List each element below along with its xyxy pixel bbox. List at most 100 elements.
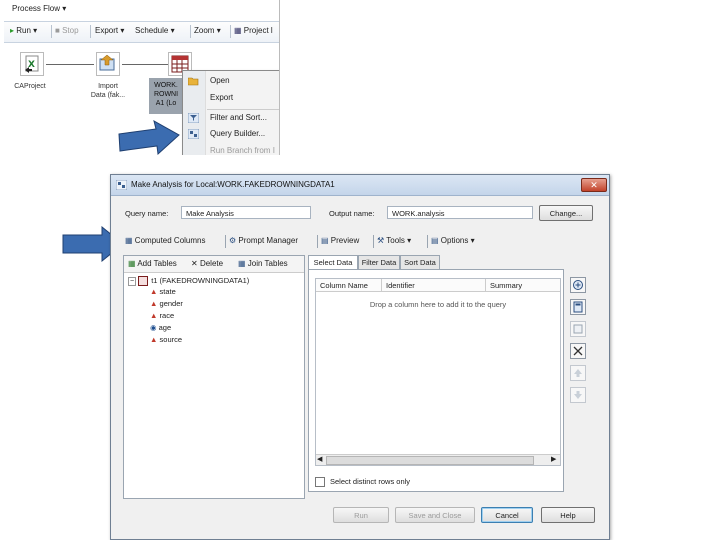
dialog-toolbar: ▦ Computed Columns ⚙ Prompt Manager ▤ Pr… [123, 233, 601, 251]
grid-icon: ▦ [125, 236, 133, 245]
zoom-menu[interactable]: Zoom ▾ [194, 26, 221, 35]
menu-item-run-branch[interactable]: Run Branch from I [210, 146, 275, 155]
output-name-label: Output name: [329, 209, 375, 218]
tree-column-item[interactable]: ▲ state [150, 287, 176, 296]
schedule-menu[interactable]: Schedule ▾ [135, 26, 175, 35]
checkbox-icon[interactable] [315, 477, 325, 488]
character-column-icon: ▲ [150, 287, 158, 296]
export-menu[interactable]: Export ▾ [95, 26, 124, 35]
add-tables-button[interactable]: ▦ Add Tables [128, 259, 177, 268]
change-button[interactable]: Change... [539, 205, 593, 221]
distinct-rows-checkbox[interactable]: Select distinct rows only [315, 477, 410, 488]
column-header[interactable]: Identifier [382, 279, 486, 292]
query-builder-dialog: Make Analysis for Local:WORK.FAKEDROWNIN… [110, 174, 610, 540]
expand-icon: − [128, 277, 137, 286]
close-button[interactable]: ✕ [581, 178, 607, 192]
tree-column-item[interactable]: ▲ source [150, 335, 182, 344]
horizontal-scrollbar[interactable]: ◀ ▶ [316, 454, 560, 465]
filter-sort-icon [187, 112, 200, 124]
save-and-close-button[interactable]: Save and Close [395, 507, 475, 523]
close-icon: ✕ [590, 180, 598, 190]
computed-column-button[interactable] [570, 299, 586, 315]
grid-icon: ▦ [234, 26, 242, 35]
node-label: CAProject [14, 83, 46, 90]
menu-item-open[interactable]: Open [210, 76, 230, 85]
tree-column-item[interactable]: ▲ gender [150, 299, 183, 308]
tab-filter-data[interactable]: Filter Data [358, 255, 400, 270]
table-icon [138, 276, 149, 287]
preview-button[interactable]: ▤ Preview [321, 236, 359, 245]
prompt-manager-button[interactable]: ⚙ Prompt Manager [229, 236, 298, 245]
move-down-button[interactable] [570, 387, 586, 403]
process-flow-toolbar: ▸ Run ▾ ■ Stop Export ▾ Schedule ▾ Zoom … [4, 21, 279, 43]
prompt-icon: ⚙ [229, 236, 237, 245]
chevron-down-icon: ▾ [216, 26, 221, 35]
delete-icon: ✕ [191, 259, 198, 268]
character-column-icon: ▲ [150, 299, 158, 308]
preview-icon: ▤ [321, 236, 329, 245]
flow-connector [122, 64, 168, 65]
menu-item-export[interactable]: Export [210, 93, 233, 102]
move-up-button[interactable] [570, 365, 586, 381]
folder-open-icon [187, 76, 199, 86]
stop-button[interactable]: ■ Stop [55, 26, 79, 35]
computed-columns-button[interactable]: ▦ Computed Columns [125, 236, 206, 245]
dialog-titlebar[interactable]: Make Analysis for Local:WORK.FAKEDROWNIN… [111, 175, 609, 196]
chevron-down-icon: ▾ [120, 26, 125, 35]
run-button[interactable]: Run [333, 507, 389, 523]
excel-file-icon[interactable]: X [20, 52, 44, 76]
remove-column-button[interactable] [570, 343, 586, 359]
node-label: Import Data (fak... [90, 83, 126, 99]
column-grid[interactable]: Column Name Identifier Summary Drop a co… [315, 278, 561, 466]
help-button[interactable]: Help [541, 507, 595, 523]
tree-column-item[interactable]: ▲ race [150, 311, 174, 320]
query-pane: Select Data Filter Data Sort Data Column… [308, 255, 564, 517]
character-column-icon: ▲ [150, 311, 158, 320]
run-button[interactable]: ▸ Run ▾ [10, 26, 37, 35]
output-name-input[interactable]: WORK.analysis [387, 206, 533, 219]
column-header[interactable]: Column Name [316, 279, 382, 292]
calculator-icon [573, 301, 583, 313]
delete-icon [573, 346, 583, 356]
menu-item-filter-sort[interactable]: Filter and Sort... [210, 113, 267, 122]
import-data-icon[interactable] [96, 52, 120, 76]
node-label: WORK. ROWNI A1 (Lo [153, 82, 179, 107]
cancel-button[interactable]: Cancel [481, 507, 533, 523]
tables-pane: ▦ Add Tables ✕ Delete ▦ Join Tables − t1… [123, 255, 305, 499]
select-data-panel: Column Name Identifier Summary Drop a co… [308, 269, 564, 492]
tools-menu[interactable]: ⚒ Tools ▾ [377, 236, 411, 245]
play-icon: ▸ [10, 26, 15, 35]
options-icon: ▤ [431, 236, 439, 245]
column-header[interactable]: Summary [486, 279, 560, 292]
tab-sort-data[interactable]: Sort Data [400, 255, 440, 270]
arrow-up-icon [574, 369, 582, 377]
edit-column-button[interactable] [570, 321, 586, 337]
arrow-down-icon [574, 391, 582, 399]
query-name-label: Query name: [125, 209, 169, 218]
options-menu[interactable]: ▤ Options ▾ [431, 236, 475, 245]
add-column-button[interactable] [570, 277, 586, 293]
scrollbar-thumb[interactable] [326, 456, 534, 465]
character-column-icon: ▲ [150, 335, 158, 344]
join-icon: ▦ [238, 259, 246, 268]
chevron-down-icon: ▾ [33, 26, 38, 35]
empty-grid-message: Drop a column here to add it to the quer… [369, 300, 507, 309]
svg-text:X: X [28, 60, 35, 70]
menu-item-query-builder[interactable]: Query Builder... [210, 129, 265, 138]
tree-column-item[interactable]: ◉ age [150, 323, 171, 332]
add-table-icon: ▦ [128, 259, 136, 268]
dialog-title: Make Analysis for Local:WORK.FAKEDROWNIN… [131, 180, 335, 189]
delete-button[interactable]: ✕ Delete [191, 259, 223, 268]
query-builder-icon [187, 128, 200, 140]
scroll-right-icon[interactable]: ▶ [551, 455, 556, 463]
stop-icon: ■ [55, 26, 60, 35]
process-flow-title[interactable]: Process Flow ▾ [12, 4, 66, 13]
add-column-icon [573, 280, 583, 290]
chevron-down-icon: ▾ [170, 26, 175, 35]
tree-table-node[interactable]: − t1 (FAKEDROWNINGDATA1) [128, 276, 249, 287]
scroll-left-icon[interactable]: ◀ [317, 455, 322, 463]
project-button[interactable]: ▦ Project l [234, 26, 273, 35]
context-menu: Open Export Filter and Sort... Query Bui… [182, 70, 279, 155]
join-tables-button[interactable]: ▦ Join Tables [238, 259, 288, 268]
query-name-input[interactable]: Make Analysis [181, 206, 311, 219]
